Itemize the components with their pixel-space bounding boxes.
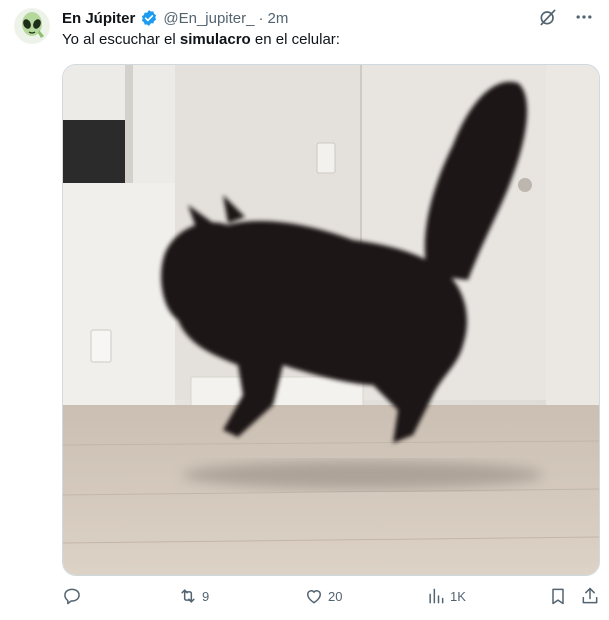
cat-photo [63,65,599,575]
tweet-text-bold: simulacro [179,31,251,48]
like-icon [307,590,321,604]
avatar[interactable] [14,8,50,44]
timestamp[interactable]: 2m [267,10,288,27]
retweet-button[interactable]: 9 [178,586,209,606]
view-count: 1K [450,588,466,604]
tweet-text-before: Yo al escuchar el [62,31,180,48]
handle[interactable]: @En_jupiter_ [163,10,254,27]
alien-emoji-icon [22,12,44,38]
tweet-text-after: en el celular: [250,31,340,48]
tweet: En Júpiter @En_jupiter_ · 2m Yo al escuc… [0,0,609,620]
share-icon [582,587,598,604]
like-count: 20 [328,588,343,604]
retweet-icon [181,589,195,603]
like-button[interactable]: 20 [304,586,342,606]
tweet-header: En Júpiter @En_jupiter_ · 2m [62,8,288,28]
reply-icon [64,588,80,605]
bookmark-button[interactable] [548,586,568,606]
tweet-media-photo[interactable] [62,64,600,576]
verified-badge-icon [140,9,158,27]
views-icon [429,588,444,604]
separator-dot: · [258,9,264,27]
tweet-action-bar: 9 20 1K [60,584,604,612]
more-icon[interactable] [573,6,595,28]
top-actions [537,6,595,28]
retweet-count: 9 [202,588,210,604]
tweet-text: Yo al escuchar el simulacro en el celula… [62,30,340,50]
display-name[interactable]: En Júpiter [62,10,135,27]
bookmark-icon [552,588,564,605]
reply-button[interactable] [62,586,86,606]
share-button[interactable] [580,586,600,606]
views-button[interactable]: 1K [426,586,466,606]
grok-icon[interactable] [537,6,559,28]
